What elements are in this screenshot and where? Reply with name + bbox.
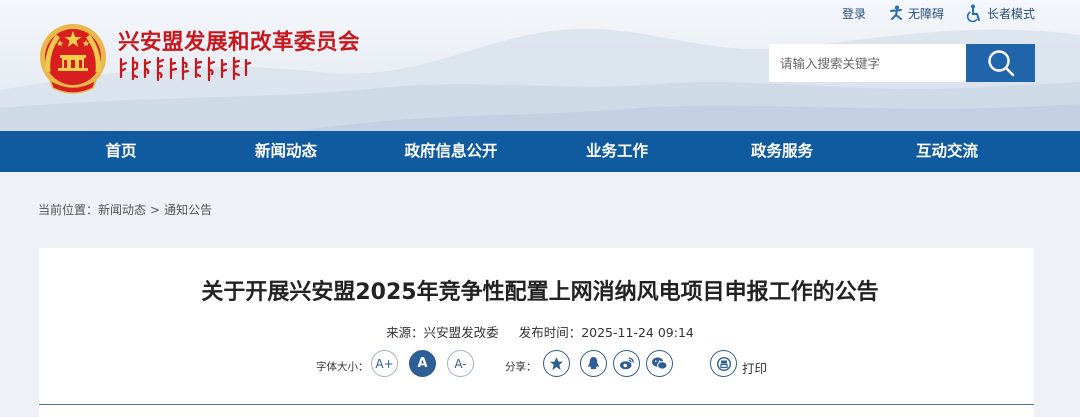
print-label[interactable]: 打印: [742, 358, 767, 377]
top-links: 登录 无障碍 长者模式: [842, 4, 1035, 22]
qq-icon: [588, 356, 599, 370]
national-emblem-logo: [40, 24, 106, 94]
article-tools: 字体大小： A+ A A- 分享： 打印: [0, 350, 1080, 380]
login-label: 登录: [841, 6, 866, 21]
elder-mode-icon: [966, 4, 980, 22]
nav-item-interaction[interactable]: 互动交流: [916, 131, 978, 172]
share-qq-button[interactable]: [580, 350, 607, 377]
font-decrease-label: A-: [454, 356, 467, 371]
print-button[interactable]: [710, 350, 737, 377]
share-weibo-button[interactable]: [613, 350, 640, 377]
site-header: 兴安盟发展和改革委员会 登录 无障碍 长者模式 请输入搜索关键字: [0, 0, 1080, 131]
breadcrumb: 当前位置：新闻动态 > 通知公告: [38, 201, 212, 218]
elder-mode-link[interactable]: 长者模式: [966, 4, 1035, 22]
accessibility-link[interactable]: 无障碍: [888, 5, 944, 22]
search-button[interactable]: [966, 44, 1035, 82]
elder-mode-label: 长者模式: [986, 6, 1035, 21]
wechat-icon: [652, 357, 668, 370]
share-label: 分享：: [505, 361, 537, 373]
mongolian-script-title: [119, 56, 252, 82]
nav-item-home[interactable]: 首页: [105, 131, 136, 172]
nav-item-business[interactable]: 业务工作: [586, 131, 648, 172]
accessibility-icon: [889, 5, 902, 20]
nav-item-gov-info[interactable]: 政府信息公开: [404, 131, 497, 172]
search-box: [769, 44, 1035, 82]
qzone-star-icon: [549, 356, 564, 371]
source-value: 兴安盟发改委: [423, 325, 499, 340]
article-title: 关于开展兴安盟2025年竞争性配置上网消纳风电项目申报工作的公告: [201, 280, 879, 305]
share-qzone-button[interactable]: [543, 350, 570, 377]
print-icon: [716, 356, 731, 371]
nav-item-services[interactable]: 政务服务: [751, 131, 813, 172]
search-icon: [987, 50, 1014, 77]
font-increase-label: A+: [375, 356, 394, 371]
font-default-button[interactable]: A: [409, 350, 436, 377]
breadcrumb-item-notices[interactable]: 通知公告: [164, 203, 212, 217]
article-meta: 来源：兴安盟发改委 发布时间：2025-11-24 09:14: [0, 322, 1080, 341]
share-wechat-button[interactable]: [646, 350, 673, 377]
article-divider: [39, 404, 1034, 405]
font-increase-button[interactable]: A+: [371, 350, 398, 377]
font-decrease-button[interactable]: A-: [447, 350, 474, 377]
font-default-label: A: [417, 356, 428, 371]
login-link[interactable]: 登录: [842, 5, 866, 22]
breadcrumb-prefix: 当前位置：: [38, 203, 99, 217]
font-size-label: 字体大小：: [316, 361, 369, 373]
source-label: 来源：: [386, 325, 424, 340]
breadcrumb-separator: >: [150, 203, 161, 217]
main-nav: 首页 新闻动态 政府信息公开 业务工作 政务服务 互动交流: [0, 131, 1080, 172]
accessibility-label: 无障碍: [907, 6, 944, 21]
site-title: 兴安盟发展和改革委员会: [118, 30, 361, 55]
nav-item-news[interactable]: 新闻动态: [255, 131, 317, 172]
search-input[interactable]: [769, 44, 966, 82]
published-label: 发布时间：: [518, 325, 582, 340]
breadcrumb-item-news[interactable]: 新闻动态: [98, 203, 146, 217]
published-value: 2025-11-24 09:14: [581, 325, 694, 340]
weibo-icon: [619, 357, 634, 370]
